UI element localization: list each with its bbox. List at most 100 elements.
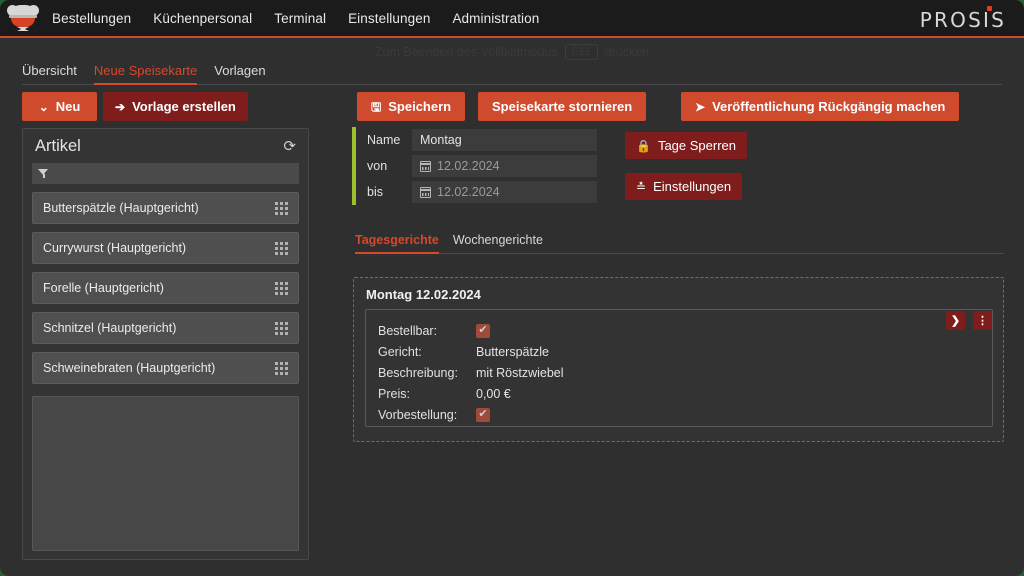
list-item-label: Forelle (Hauptgericht)	[43, 281, 164, 295]
subnav-item-neue-speisekarte[interactable]: Neue Speisekarte	[93, 63, 198, 85]
list-item[interactable]: Butterspätzle (Hauptgericht)	[32, 192, 299, 224]
funnel-icon	[38, 168, 49, 179]
calendar-icon	[419, 186, 431, 198]
articles-header: Artikel ⟳	[23, 129, 308, 163]
fullscreen-hint-key: F11	[564, 44, 598, 60]
drag-handle-icon[interactable]	[275, 321, 288, 335]
content-tabs: Tagesgerichte Wochengerichte	[355, 230, 1004, 254]
play-arrow-icon: ➤	[695, 99, 706, 114]
description-value: mit Röstzwiebel	[476, 365, 564, 380]
day-card-actions: ❯ ⋮	[946, 311, 992, 330]
settings-button[interactable]: ≛ Einstellungen	[625, 173, 743, 200]
subnav-item-vorlagen[interactable]: Vorlagen	[214, 63, 265, 85]
nav-item-administration[interactable]: Administration	[452, 11, 539, 26]
list-item[interactable]: Currywurst (Hauptgericht)	[32, 232, 299, 264]
list-item-label: Schweinebraten (Hauptgericht)	[43, 361, 216, 375]
vorlage-erstellen-button[interactable]: ➔ Vorlage erstellen	[103, 92, 248, 121]
brand-logo-text: PROSIS	[919, 8, 1006, 32]
articles-dropzone[interactable]	[32, 396, 299, 551]
articles-list: Butterspätzle (Hauptgericht) Currywurst …	[23, 192, 308, 384]
orderable-label: Bestellbar:	[378, 323, 438, 338]
app-logo[interactable]	[0, 0, 46, 37]
neu-button[interactable]: ⌄ Neu	[22, 92, 97, 121]
list-item-label: Currywurst (Hauptgericht)	[43, 241, 187, 255]
fullscreen-hint: Zum Beenden des Vollbildmodus F11 drücke…	[0, 44, 1024, 60]
name-label: Name	[367, 133, 401, 147]
articles-filter-row	[23, 163, 308, 184]
preorder-checkbox[interactable]: ✔	[476, 407, 490, 422]
settings-button-label: Einstellungen	[653, 179, 732, 194]
fullscreen-hint-prefix: Zum Beenden des Vollbildmodus	[374, 45, 558, 59]
articles-title: Artikel	[35, 136, 81, 155]
list-item[interactable]: Schnitzel (Hauptgericht)	[32, 312, 299, 344]
name-field[interactable]: Montag	[412, 129, 597, 151]
tab-wochengerichte[interactable]: Wochengerichte	[453, 233, 543, 254]
to-label: bis	[367, 185, 383, 199]
kebab-menu-icon[interactable]: ⋮	[973, 311, 992, 330]
dish-row-description: Beschreibung: mit Röstzwiebel	[378, 362, 992, 383]
nav-item-einstellungen[interactable]: Einstellungen	[348, 11, 430, 26]
price-value: 0,00 €	[476, 386, 511, 401]
tab-tagesgerichte[interactable]: Tagesgerichte	[355, 233, 439, 254]
save-button-label: Speichern	[388, 99, 452, 114]
drag-handle-icon[interactable]	[275, 201, 288, 215]
lock-days-button[interactable]: 🔒 Tage Sperren	[625, 132, 748, 159]
cancel-menu-button[interactable]: Speisekarte stornieren	[478, 92, 647, 121]
orderable-checkbox[interactable]: ✔	[476, 323, 490, 338]
form-row-to: bis 12.02.2024	[356, 179, 597, 205]
lock-icon: 🔒	[636, 138, 651, 153]
description-label: Beschreibung:	[378, 365, 458, 380]
dish-value: Butterspätzle	[476, 344, 549, 359]
unpublish-button[interactable]: ➤ Veröffentlichung Rückgängig machen	[681, 92, 960, 121]
top-navigation-bar: Bestellungen Küchenpersonal Terminal Ein…	[0, 0, 1024, 38]
drag-handle-icon[interactable]	[275, 361, 288, 375]
unpublish-button-label: Veröffentlichung Rückgängig machen	[712, 99, 946, 114]
to-date-field[interactable]: 12.02.2024	[412, 181, 597, 203]
price-label: Preis:	[378, 386, 410, 401]
brand-logo: PROSIS	[919, 6, 1006, 32]
fullscreen-hint-suffix: drücken	[604, 45, 650, 59]
cancel-menu-label: Speisekarte stornieren	[492, 99, 633, 114]
form-row-from: von 12.02.2024	[356, 153, 597, 179]
save-button[interactable]: 🖫 Speichern	[357, 92, 466, 121]
list-item[interactable]: Forelle (Hauptgericht)	[32, 272, 299, 304]
nav-item-terminal[interactable]: Terminal	[274, 11, 326, 26]
articles-panel: Artikel ⟳ Butterspätzle (Hauptgericht) C…	[22, 128, 309, 560]
list-item[interactable]: Schweinebraten (Hauptgericht)	[32, 352, 299, 384]
save-icon: 🖫	[371, 99, 382, 114]
day-card-title: Montag 12.02.2024	[366, 287, 481, 302]
subnav-item-uebersicht[interactable]: Übersicht	[22, 63, 77, 85]
drag-handle-icon[interactable]	[275, 281, 288, 295]
preorder-label: Vorbestellung:	[378, 407, 458, 422]
dish-row-dish: Gericht: Butterspätzle	[378, 341, 992, 362]
day-card: Montag 12.02.2024 Bestellbar: ✔ Gericht:…	[353, 277, 1004, 442]
top-nav-items: Bestellungen Küchenpersonal Terminal Ein…	[52, 11, 539, 26]
chevron-down-icon: ⌄	[38, 99, 49, 114]
list-item-label: Butterspätzle (Hauptgericht)	[43, 201, 199, 215]
form-row-name: Name Montag	[356, 127, 597, 153]
application-window: Bestellungen Küchenpersonal Terminal Ein…	[0, 0, 1024, 576]
arrow-right-icon: ➔	[115, 99, 126, 114]
chef-logo-icon	[7, 4, 39, 32]
dish-row-orderable: Bestellbar: ✔	[378, 320, 992, 341]
refresh-icon[interactable]: ⟳	[283, 139, 296, 154]
menu-meta-form: Name Montag von 12.02.2024 bis 12.02.202…	[352, 127, 597, 205]
chevron-right-icon[interactable]: ❯	[946, 311, 965, 330]
dish-row-price: Preis: 0,00 €	[378, 383, 992, 404]
dish-details: Bestellbar: ✔ Gericht: Butterspätzle Bes…	[365, 309, 993, 427]
neu-button-label: Neu	[55, 99, 81, 114]
sub-navigation: Übersicht Neue Speisekarte Vorlagen	[22, 60, 1002, 85]
to-date-value: 12.02.2024	[437, 185, 500, 199]
from-date-field[interactable]: 12.02.2024	[412, 155, 597, 177]
lock-days-label: Tage Sperren	[657, 138, 737, 153]
name-value: Montag	[420, 133, 462, 147]
vorlage-erstellen-label: Vorlage erstellen	[132, 99, 236, 114]
dish-label: Gericht:	[378, 344, 422, 359]
dish-row-preorder: Vorbestellung: ✔	[378, 404, 992, 425]
drag-handle-icon[interactable]	[275, 241, 288, 255]
nav-item-kuechenpersonal[interactable]: Küchenpersonal	[153, 11, 252, 26]
articles-filter-input[interactable]	[32, 163, 299, 184]
from-label: von	[367, 159, 388, 173]
list-item-label: Schnitzel (Hauptgericht)	[43, 321, 177, 335]
nav-item-bestellungen[interactable]: Bestellungen	[52, 11, 131, 26]
